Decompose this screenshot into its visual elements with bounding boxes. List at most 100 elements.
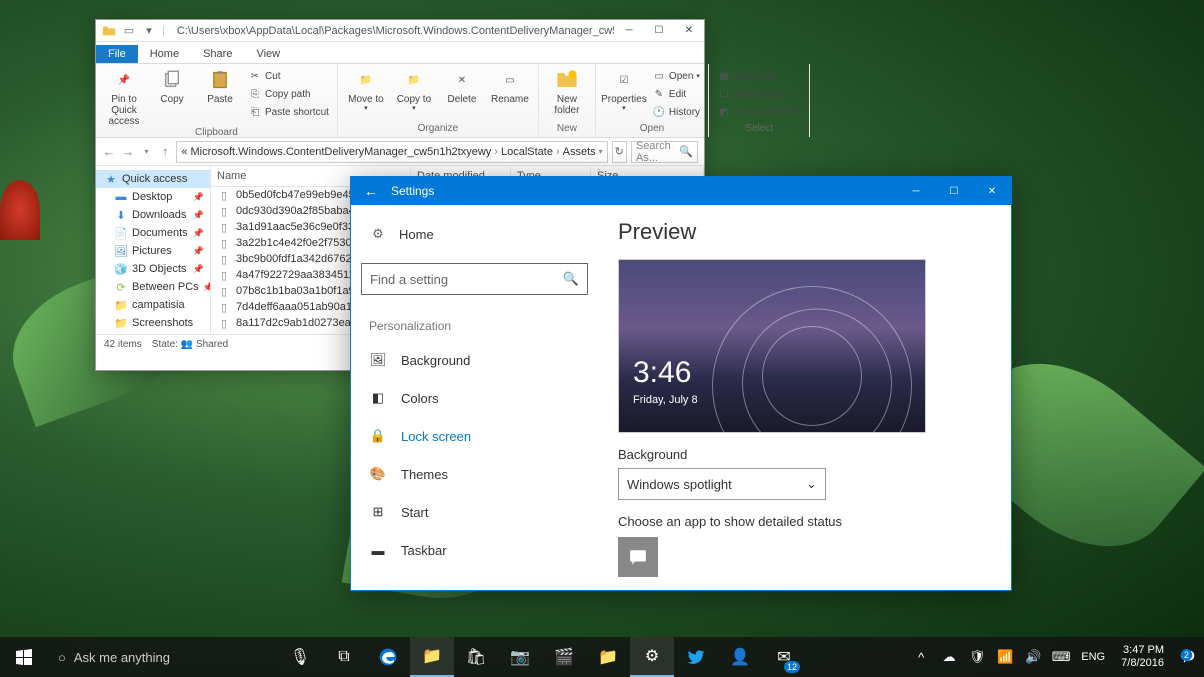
ribbon-tab-home[interactable]: Home bbox=[138, 45, 191, 63]
delete-button[interactable]: ✕Delete bbox=[440, 68, 484, 105]
nav-history-dropdown[interactable]: ▾ bbox=[139, 141, 154, 163]
breadcrumb[interactable]: « Microsoft.Windows.ContentDeliveryManag… bbox=[176, 141, 607, 163]
settings-nav-lock-screen[interactable]: 🔒Lock screen bbox=[361, 417, 588, 455]
settings-nav-themes[interactable]: 🎨Themes bbox=[361, 455, 588, 493]
select-none-button[interactable]: ☐Select none bbox=[715, 86, 803, 102]
tray-overflow-button[interactable]: ^ bbox=[911, 650, 931, 665]
nav-pictures[interactable]: 🖼Pictures📌 bbox=[96, 242, 210, 260]
invert-selection-button[interactable]: ◩Invert selection bbox=[715, 104, 803, 120]
twitter-icon bbox=[686, 647, 706, 667]
cortana-mic-button[interactable]: 🎙 bbox=[278, 637, 322, 677]
nav-documents[interactable]: 📄Documents📌 bbox=[96, 224, 210, 242]
explorer-titlebar[interactable]: ▭ ▾ | C:\Users\xbox\AppData\Local\Packag… bbox=[96, 20, 704, 42]
settings-nav-taskbar[interactable]: ▬Taskbar bbox=[361, 531, 588, 569]
minimize-button[interactable]: ─ bbox=[897, 177, 935, 205]
properties-button[interactable]: ☑Properties▾ bbox=[602, 68, 646, 113]
rename-button[interactable]: ▭Rename bbox=[488, 68, 532, 105]
maximize-button[interactable]: ☐ bbox=[935, 177, 973, 205]
history-button[interactable]: 🕐History bbox=[650, 104, 702, 120]
new-folder-button[interactable]: New folder bbox=[545, 68, 589, 116]
properties-icon: ☑ bbox=[612, 68, 636, 92]
settings-home-button[interactable]: ⚙ Home bbox=[361, 219, 588, 249]
open-icon: ▭ bbox=[652, 69, 666, 83]
themes-icon: 🎨 bbox=[369, 465, 387, 483]
copy-to-button[interactable]: 📁Copy to▾ bbox=[392, 68, 436, 113]
action-center-button[interactable]: 💬2 bbox=[1178, 649, 1198, 665]
nav-3d-objects[interactable]: 🧊3D Objects📌 bbox=[96, 260, 210, 278]
pictures-icon: 🖼 bbox=[114, 244, 128, 258]
folder-icon bbox=[102, 24, 116, 38]
pin-icon: 📌 bbox=[193, 192, 204, 203]
tray-network[interactable]: 📶 bbox=[995, 649, 1015, 665]
nav-quick-access[interactable]: ★Quick access bbox=[96, 170, 210, 188]
shield-icon: 🛡 bbox=[969, 649, 986, 665]
tray-security[interactable]: 🛡 bbox=[967, 649, 987, 665]
add-app-button[interactable] bbox=[618, 537, 658, 577]
close-button[interactable]: ✕ bbox=[674, 20, 704, 42]
taskbar-folder2[interactable]: 📁 bbox=[586, 637, 630, 677]
task-view-button[interactable]: ⧉ bbox=[322, 637, 366, 677]
taskbar-camera[interactable]: 📷 bbox=[498, 637, 542, 677]
minimize-button[interactable]: ─ bbox=[614, 20, 644, 42]
copy-button[interactable]: Copy bbox=[150, 68, 194, 105]
taskbar-movies[interactable]: 🎬 bbox=[542, 637, 586, 677]
taskbar-settings[interactable]: ⚙ bbox=[630, 637, 674, 677]
nav-screenshots[interactable]: 📁Screenshots bbox=[96, 314, 210, 332]
open-button[interactable]: ▭Open▾ bbox=[650, 68, 702, 84]
search-input[interactable]: Search As...🔍 bbox=[631, 141, 698, 163]
settings-nav-colors[interactable]: ◧Colors bbox=[361, 379, 588, 417]
back-button[interactable]: ← bbox=[351, 183, 391, 199]
start-button[interactable] bbox=[0, 637, 48, 677]
nav-desktop[interactable]: ▬Desktop📌 bbox=[96, 188, 210, 206]
settings-nav-start[interactable]: ⊞Start bbox=[361, 493, 588, 531]
copy-path-button[interactable]: ⎘Copy path bbox=[246, 86, 331, 102]
close-button[interactable]: ✕ bbox=[973, 177, 1011, 205]
qat-new-icon[interactable]: ▭ bbox=[122, 24, 136, 38]
taskbar-store[interactable]: 🛍 bbox=[454, 637, 498, 677]
taskbar-people[interactable]: 👤 bbox=[718, 637, 762, 677]
tray-keyboard[interactable]: ⌨ bbox=[1051, 649, 1071, 665]
paste-button[interactable]: Paste bbox=[198, 68, 242, 105]
tray-volume[interactable]: 🔊 bbox=[1023, 649, 1043, 665]
taskbar: ○ Ask me anything 🎙 ⧉ 📁 🛍 📷 🎬 📁 ⚙ 👤 ✉12 … bbox=[0, 637, 1204, 677]
nav-up-button[interactable]: ↑ bbox=[158, 141, 173, 163]
detailed-status-label: Choose an app to show detailed status bbox=[618, 514, 991, 529]
nav-campatisia[interactable]: 📁campatisia bbox=[96, 296, 210, 314]
ribbon-tab-view[interactable]: View bbox=[244, 45, 292, 63]
ribbon-tab-share[interactable]: Share bbox=[191, 45, 244, 63]
file-icon: ▯ bbox=[217, 220, 231, 234]
refresh-button[interactable]: ↻ bbox=[612, 141, 627, 163]
taskbar-twitter[interactable] bbox=[674, 637, 718, 677]
paste-shortcut-button[interactable]: ⎗Paste shortcut bbox=[246, 104, 331, 120]
edit-button[interactable]: ✎Edit bbox=[650, 86, 702, 102]
cut-button[interactable]: ✂Cut bbox=[246, 68, 331, 84]
move-to-button[interactable]: 📁Move to▾ bbox=[344, 68, 388, 113]
settings-nav-background[interactable]: 🖼Background bbox=[361, 341, 588, 379]
nav-between-pcs[interactable]: ⟳Between PCs📌 bbox=[96, 278, 210, 296]
delete-icon: ✕ bbox=[450, 68, 474, 92]
ribbon-tab-file[interactable]: File bbox=[96, 45, 138, 63]
select-all-button[interactable]: ▦Select all bbox=[715, 68, 803, 84]
background-select[interactable]: Windows spotlight ⌄ bbox=[618, 468, 826, 500]
maximize-button[interactable]: ☐ bbox=[644, 20, 674, 42]
settings-title: Settings bbox=[391, 184, 897, 198]
tray-clock[interactable]: 3:47 PM 7/8/2016 bbox=[1115, 644, 1170, 670]
settings-titlebar[interactable]: ← Settings ─ ☐ ✕ bbox=[351, 177, 1011, 205]
lock-screen-preview: 3:46 Friday, July 8 bbox=[618, 259, 926, 433]
taskbar-explorer[interactable]: 📁 bbox=[410, 637, 454, 677]
taskbar-edge[interactable] bbox=[366, 637, 410, 677]
start-icon: ⊞ bbox=[369, 503, 387, 521]
nav-forward-button[interactable]: → bbox=[121, 141, 136, 163]
tray-language[interactable]: ENG bbox=[1079, 651, 1107, 663]
settings-search-input[interactable]: Find a setting 🔍 bbox=[361, 263, 588, 295]
taskbar-mail[interactable]: ✉12 bbox=[762, 637, 806, 677]
cortana-search[interactable]: ○ Ask me anything bbox=[48, 637, 278, 677]
folder-icon: 📁 bbox=[114, 298, 128, 312]
nav-downloads[interactable]: ⬇Downloads📌 bbox=[96, 206, 210, 224]
nav-system32[interactable]: 📁System32📌 bbox=[96, 332, 210, 334]
paste-icon bbox=[208, 68, 232, 92]
nav-back-button[interactable]: ← bbox=[102, 141, 117, 163]
qat-dropdown-icon[interactable]: ▾ bbox=[142, 24, 156, 38]
tray-onedrive[interactable]: ☁ bbox=[939, 649, 959, 665]
pin-to-quick-access-button[interactable]: 📌Pin to Quick access bbox=[102, 68, 146, 127]
